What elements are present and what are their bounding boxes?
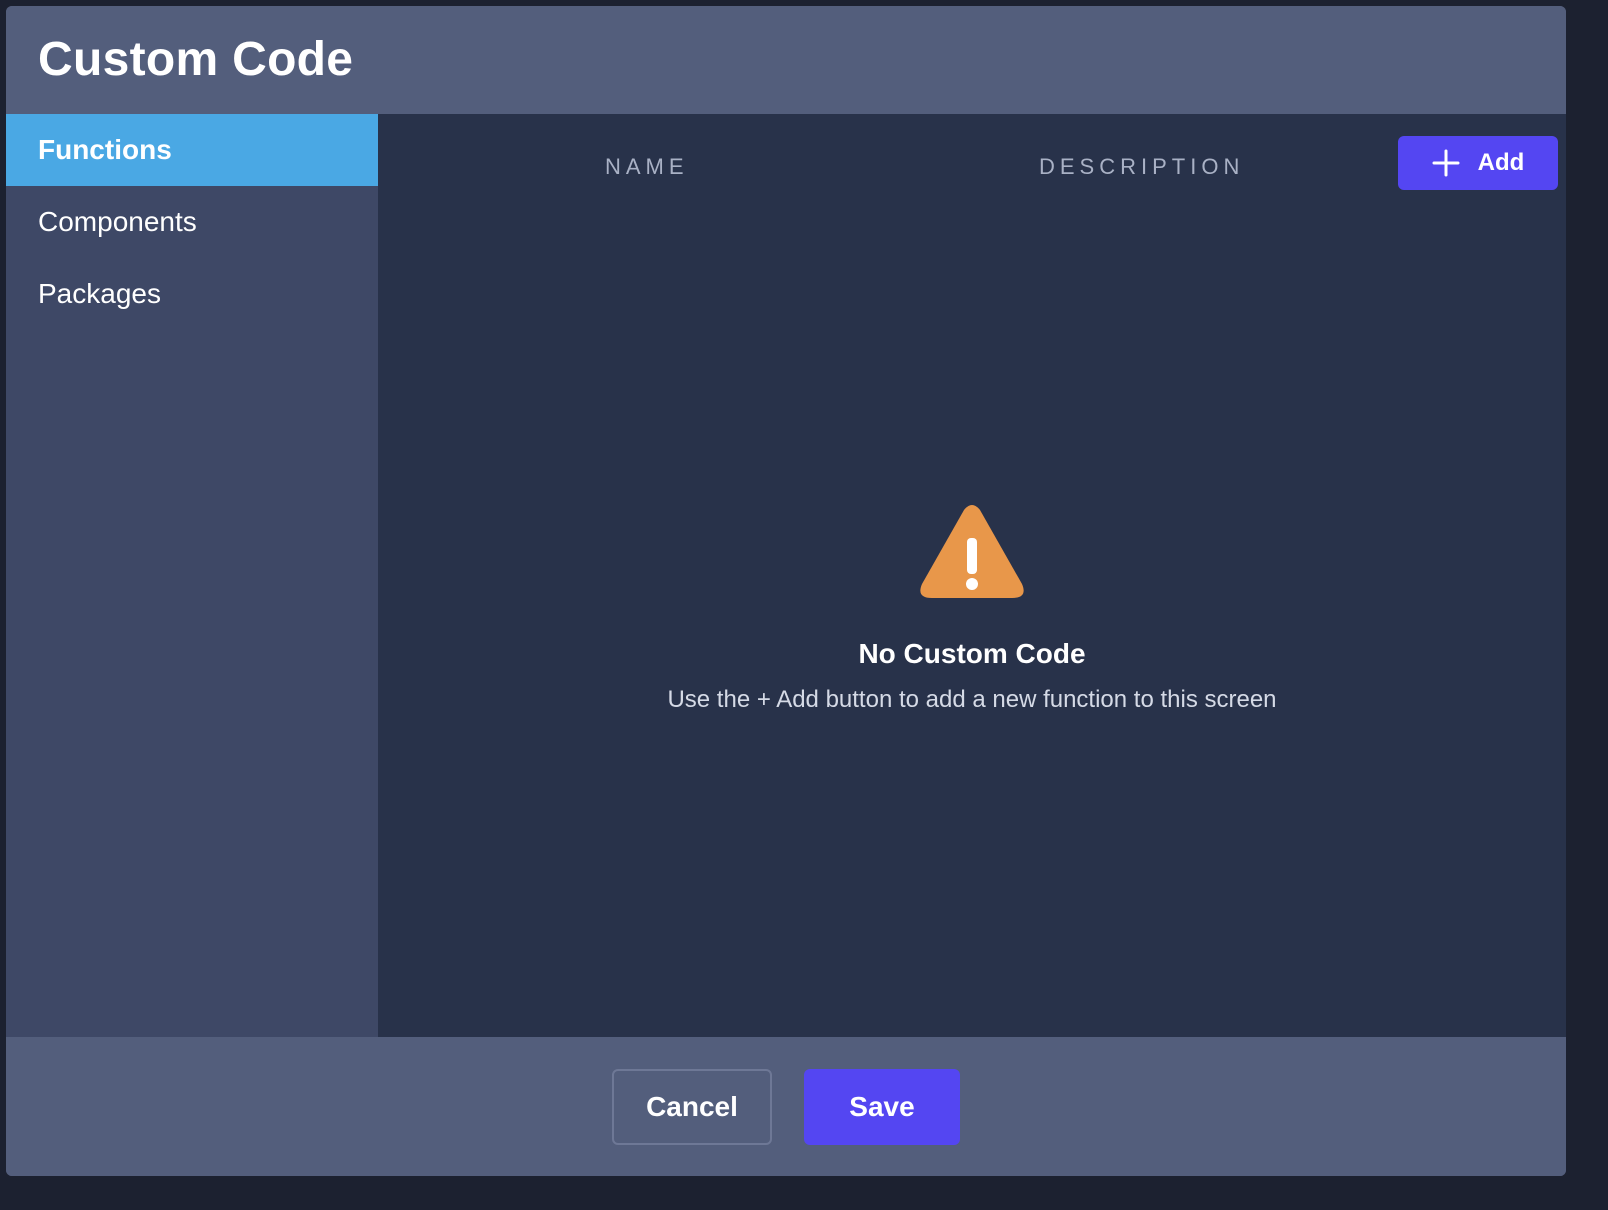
functions-panel: NAME DESCRIPTION Add No Custom Code Use … <box>378 114 1566 1037</box>
add-button-label: Add <box>1477 149 1525 176</box>
cancel-button[interactable]: Cancel <box>612 1069 772 1145</box>
empty-state-title: No Custom Code <box>858 638 1086 669</box>
plus-icon <box>1432 149 1460 177</box>
column-header-name: NAME <box>605 154 689 179</box>
save-button[interactable]: Save <box>804 1069 960 1145</box>
add-button[interactable]: Add <box>1398 136 1558 190</box>
modal-header: Custom Code <box>6 6 1566 114</box>
sidebar: Functions Components Packages <box>6 114 378 1037</box>
sidebar-item-packages[interactable]: Packages <box>6 258 378 330</box>
sidebar-item-components[interactable]: Components <box>6 186 378 258</box>
empty-state-subtitle: Use the + Add button to add a new functi… <box>667 686 1277 713</box>
sidebar-item-functions[interactable]: Functions <box>6 114 378 186</box>
column-header-description: DESCRIPTION <box>1039 154 1245 179</box>
empty-state: No Custom Code Use the + Add button to a… <box>378 504 1566 714</box>
custom-code-modal: Custom Code Functions Components Package… <box>6 6 1566 1176</box>
modal-footer: Cancel Save <box>6 1037 1566 1176</box>
modal-title: Custom Code <box>38 33 354 86</box>
warning-icon <box>920 505 1024 598</box>
